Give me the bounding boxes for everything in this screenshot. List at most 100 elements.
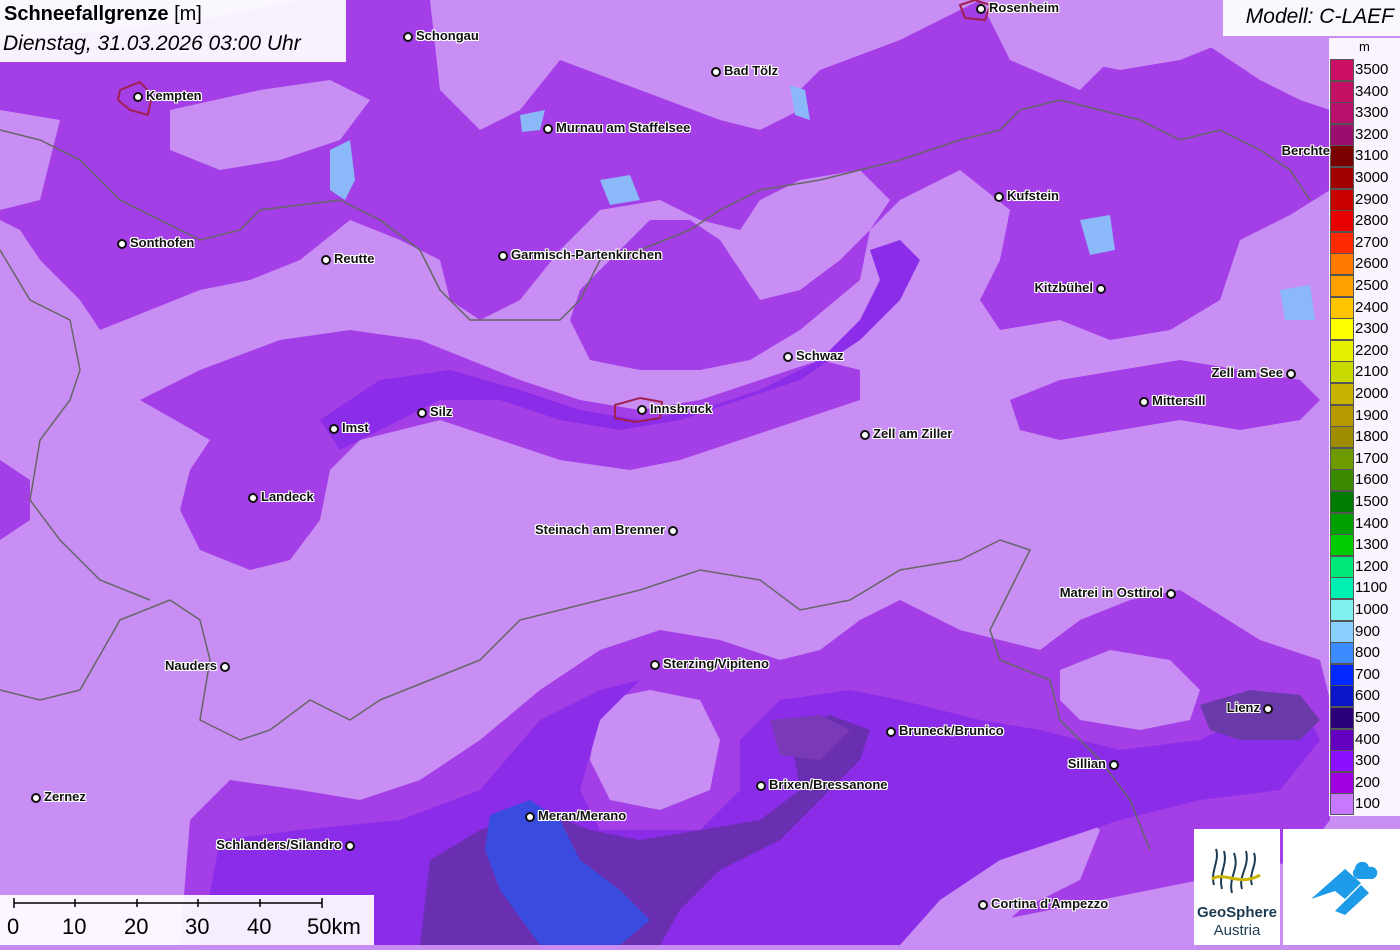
city-marker (1096, 284, 1106, 294)
city-label: Silz (430, 404, 453, 419)
legend-label: 2900 (1355, 190, 1389, 208)
legend-swatch (1330, 707, 1354, 729)
legend-label: 1500 (1355, 493, 1389, 510)
city-marker (31, 793, 41, 803)
legend-swatch (1330, 339, 1354, 362)
legend-label: 2000 (1355, 385, 1389, 402)
legend-swatch (1330, 447, 1354, 470)
city-label: Imst (342, 420, 369, 435)
legend-label: 3100 (1355, 147, 1389, 165)
legend-swatch (1330, 167, 1354, 189)
city-marker (994, 192, 1004, 202)
title-unit: [m] (174, 3, 202, 25)
legend-label: 1600 (1355, 471, 1389, 489)
city-marker (860, 430, 870, 440)
color-legend: m 3500 3400 3300 3200 3100 3000 2900 2800 2700 26… (1329, 38, 1400, 816)
cloud-arrow-icon (1311, 861, 1378, 915)
city-label: Zernez (44, 789, 86, 804)
city-label: Bruneck/Brunico (899, 723, 1004, 738)
city-marker (525, 812, 535, 822)
snowfall-limit-map (0, 0, 1400, 945)
legend-label: 700 (1355, 665, 1381, 683)
legend-label: 2100 (1355, 363, 1389, 381)
legend-swatch (1330, 188, 1354, 211)
city-marker (1139, 397, 1149, 407)
legend-label: 1300 (1355, 536, 1389, 554)
legend-swatch (1330, 80, 1354, 103)
city-label: Murnau am Staffelsee (556, 120, 691, 135)
legend-label: 1400 (1355, 514, 1389, 532)
legend-swatch (1330, 210, 1354, 233)
legend-swatch (1330, 102, 1354, 125)
legend-swatch (1330, 793, 1354, 816)
geosphere-logo[interactable]: GeoSphere Austria (1194, 829, 1280, 945)
legend-swatch (1330, 534, 1354, 557)
city-marker (783, 352, 793, 362)
city-label: Sonthofen (130, 235, 195, 250)
legend-label: 1200 (1355, 557, 1389, 575)
legend-label: 3200 (1355, 125, 1389, 143)
city-marker (1109, 760, 1119, 770)
city-label: Zell am Ziller (873, 426, 953, 441)
scale-label: 0 (7, 914, 20, 939)
legend-label: 3000 (1355, 169, 1389, 186)
city-label: Innsbruck (650, 401, 713, 416)
legend-label: 3300 (1355, 104, 1389, 122)
legend-swatch (1330, 426, 1354, 449)
legend-unit: m (1359, 39, 1370, 54)
legend-swatch (1330, 728, 1354, 751)
city-marker (403, 32, 413, 42)
legend-swatch (1330, 383, 1354, 405)
scale-label: 40 (247, 914, 272, 939)
city-label: Kitzbühel (1034, 280, 1094, 295)
city-label: Meran/Merano (538, 808, 627, 823)
legend-swatch (1330, 750, 1354, 773)
city-marker (978, 900, 988, 910)
lake (1280, 285, 1315, 320)
legend-label: 3500 (1355, 61, 1389, 78)
legend-label: 500 (1355, 709, 1381, 726)
city-label: Lienz (1226, 700, 1260, 715)
legend-label: 1100 (1355, 579, 1388, 597)
city-label: Berchte (1281, 143, 1330, 158)
city-marker (1263, 704, 1273, 714)
legend-swatch (1330, 491, 1354, 513)
legend-label: 1900 (1355, 406, 1389, 424)
scale-bar: 0 10 20 30 40 50km (0, 895, 374, 945)
city-marker (711, 67, 721, 77)
weather-app-logo[interactable] (1283, 829, 1400, 945)
geosphere-country: Austria (1213, 922, 1261, 939)
title-variable: Schneefallgrenze (4, 3, 169, 25)
legend-label: 800 (1355, 644, 1381, 662)
geosphere-name: GeoSphere (1196, 904, 1278, 921)
city-marker (1166, 589, 1176, 599)
legend-swatch (1330, 599, 1354, 621)
legend-swatch (1330, 253, 1354, 276)
legend-label: 600 (1355, 687, 1381, 705)
legend-swatch (1330, 275, 1354, 297)
title-panel: Schneefallgrenze [m] Dienstag, 31.03.202… (0, 0, 346, 62)
city-label: Sillian (1067, 756, 1106, 771)
scale-label: 10 (62, 914, 87, 939)
legend-label: 2400 (1355, 298, 1389, 316)
legend-label: 2500 (1355, 277, 1389, 294)
city-marker (345, 841, 355, 851)
legend-label: 3400 (1355, 82, 1389, 100)
scale-label: 50km (307, 914, 361, 939)
city-marker (668, 526, 678, 536)
model-name: Modell: C-LAEF (1245, 5, 1394, 28)
legend-swatch (1330, 123, 1354, 146)
legend-label: 300 (1355, 752, 1381, 770)
legend-label: 1800 (1355, 428, 1389, 446)
city-marker (886, 727, 896, 737)
city-label: Matrei in Osttirol (1059, 585, 1163, 600)
legend-label: 1000 (1355, 601, 1389, 618)
legend-label: 2800 (1355, 212, 1389, 230)
city-label: Reutte (334, 251, 375, 266)
legend-swatch (1330, 145, 1354, 168)
legend-swatch (1330, 771, 1354, 794)
city-marker (417, 408, 427, 418)
scale-label: 30 (185, 914, 210, 939)
city-marker (220, 662, 230, 672)
city-marker (1286, 369, 1296, 379)
